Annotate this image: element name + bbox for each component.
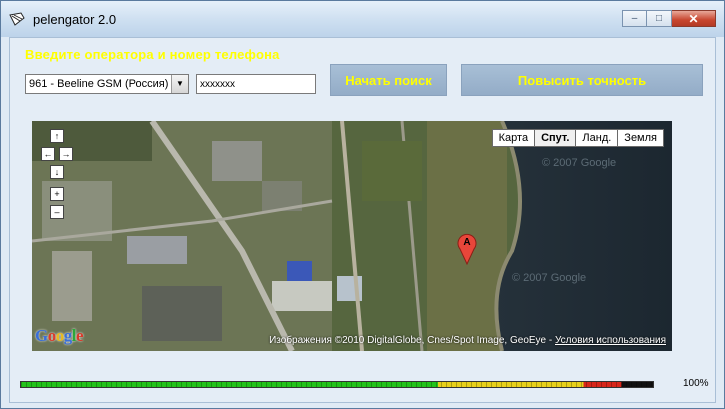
operator-select[interactable]: 961 - Beeline GSM (Россия) ▼ bbox=[25, 74, 189, 94]
map-attribution: Изображения ©2010 DigitalGlobe, Cnes/Spo… bbox=[269, 335, 666, 346]
satellite-imagery: © 2007 Google © 2007 Google bbox=[32, 121, 672, 351]
map-pin-icon[interactable]: A bbox=[456, 231, 478, 265]
progress-fill bbox=[21, 382, 653, 387]
phone-input[interactable] bbox=[196, 74, 316, 94]
map-type-map[interactable]: Карта bbox=[491, 129, 536, 147]
instruction-label: Введите оператора и номер телефона bbox=[25, 47, 280, 62]
map-watermark: © 2007 Google bbox=[512, 272, 586, 284]
main-panel: Введите оператора и номер телефона 961 -… bbox=[9, 37, 716, 403]
map-type-terrain[interactable]: Ланд. bbox=[575, 129, 619, 147]
satellite-map[interactable]: © 2007 Google © 2007 Google Карта Спут. … bbox=[32, 121, 672, 351]
pan-up-button[interactable]: ↑ bbox=[50, 129, 64, 143]
improve-accuracy-button[interactable]: Повысить точность bbox=[461, 64, 703, 96]
terms-of-use-link[interactable]: Условия использования bbox=[555, 335, 666, 346]
pan-down-button[interactable]: ↓ bbox=[50, 165, 64, 179]
google-logo: Google bbox=[35, 326, 84, 345]
window-title: pelengator 2.0 bbox=[33, 12, 117, 27]
app-window: pelengator 2.0 – □ ✕ Введите оператора и… bbox=[0, 0, 725, 409]
progress-bar bbox=[20, 381, 654, 388]
close-button[interactable]: ✕ bbox=[672, 10, 716, 27]
pan-right-button[interactable]: → bbox=[59, 147, 73, 161]
pan-left-button[interactable]: ← bbox=[41, 147, 55, 161]
chevron-down-icon[interactable]: ▼ bbox=[171, 75, 188, 93]
map-type-satellite[interactable]: Спут. bbox=[534, 129, 577, 147]
map-type-earth[interactable]: Земля bbox=[617, 129, 664, 147]
window-controls: – □ ✕ bbox=[622, 10, 716, 27]
map-type-switcher: Карта Спут. Ланд. Земля bbox=[491, 129, 664, 147]
pelengator-icon bbox=[9, 12, 25, 26]
zoom-in-button[interactable]: + bbox=[50, 187, 64, 201]
title-bar[interactable]: pelengator 2.0 – □ ✕ bbox=[1, 1, 724, 37]
start-search-button[interactable]: Начать поиск bbox=[330, 64, 447, 96]
zoom-out-button[interactable]: – bbox=[50, 205, 64, 219]
maximize-button[interactable]: □ bbox=[647, 10, 672, 27]
map-watermark: © 2007 Google bbox=[542, 157, 616, 169]
marker-label: A bbox=[463, 237, 470, 248]
attribution-text: Изображения ©2010 DigitalGlobe, Cnes/Spo… bbox=[269, 335, 555, 346]
operator-selected-value: 961 - Beeline GSM (Россия) bbox=[29, 78, 169, 90]
minimize-button[interactable]: – bbox=[622, 10, 647, 27]
progress-label: 100% bbox=[683, 378, 709, 389]
